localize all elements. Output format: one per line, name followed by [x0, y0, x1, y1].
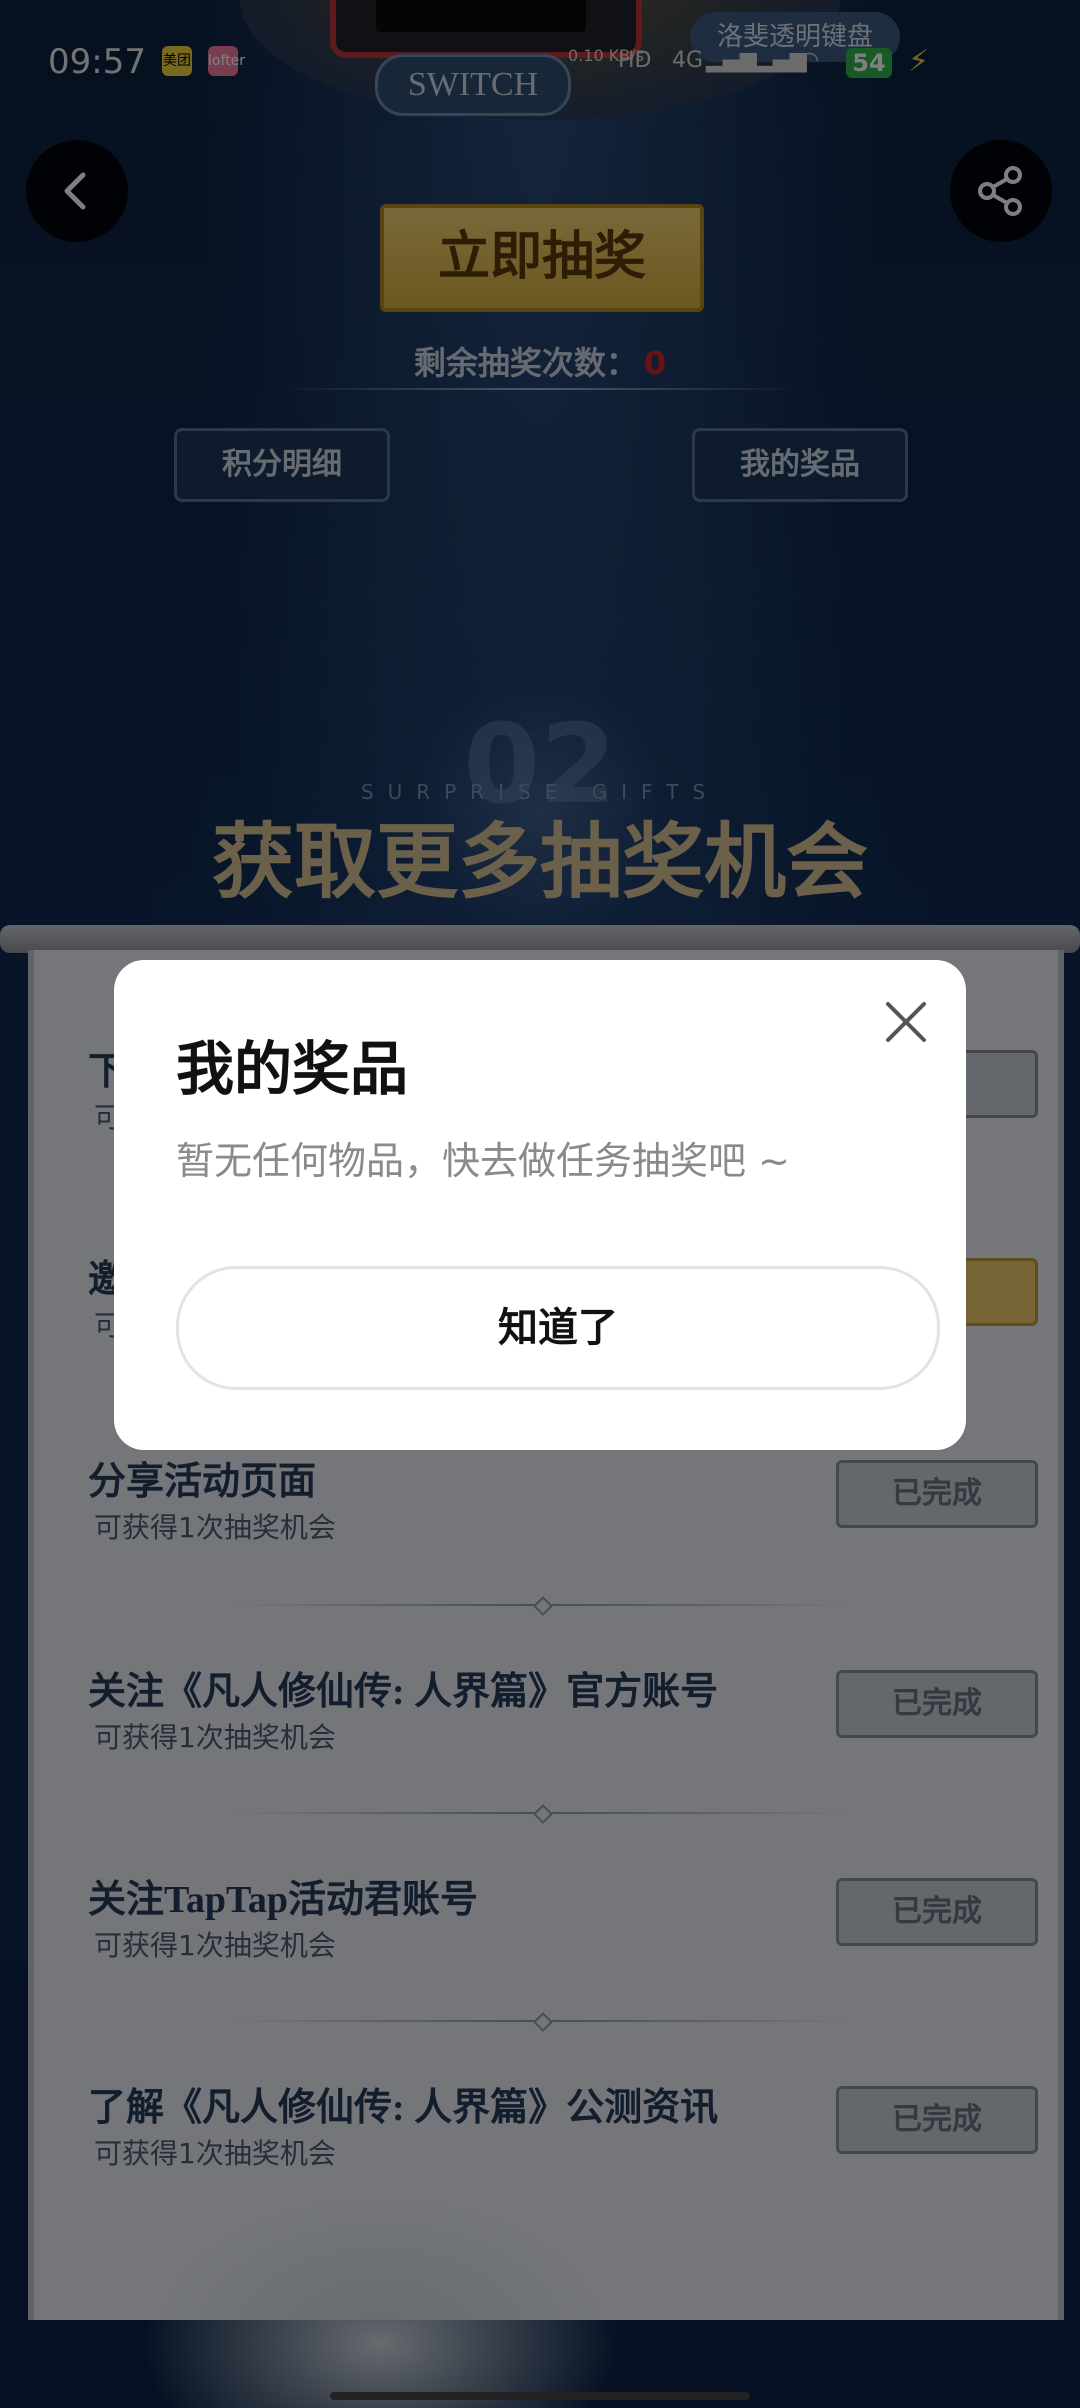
dialog-message: 暂无任何物品，快去做任务抽奖吧 ~: [176, 1139, 790, 1183]
dialog-title: 我的奖品: [176, 1035, 409, 1103]
my-prizes-dialog: 我的奖品 暂无任何物品，快去做任务抽奖吧 ~ 知道了: [114, 960, 966, 1450]
close-button[interactable]: [876, 992, 936, 1052]
close-icon: [886, 1002, 926, 1042]
got-it-button[interactable]: 知道了: [176, 1266, 940, 1390]
